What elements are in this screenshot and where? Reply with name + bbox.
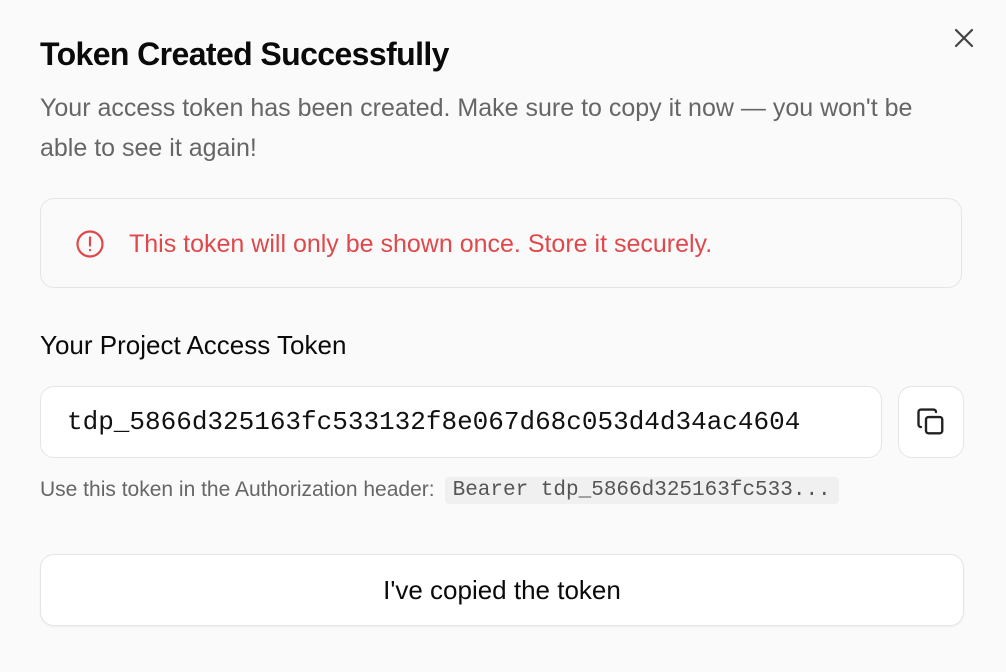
authorization-hint-code: Bearer tdp_5866d325163fc533...	[444, 476, 839, 504]
warning-alert: This token will only be shown once. Stor…	[40, 198, 962, 288]
x-icon	[954, 28, 974, 48]
alert-circle-icon	[76, 230, 104, 258]
copy-icon	[917, 408, 944, 435]
confirm-copied-button[interactable]: I've copied the token	[40, 554, 964, 626]
token-label: Your Project Access Token	[40, 330, 347, 360]
authorization-hint-label: Use this token in the Authorization head…	[40, 478, 435, 501]
token-value[interactable]: tdp_5866d325163fc533132f8e067d68c053d4d3…	[67, 407, 800, 437]
authorization-hint: Use this token in the Authorization head…	[40, 474, 839, 506]
token-value-field[interactable]: tdp_5866d325163fc533132f8e067d68c053d4d3…	[40, 386, 882, 458]
warning-alert-text: This token will only be shown once. Stor…	[129, 230, 713, 258]
close-button[interactable]	[950, 24, 978, 52]
dialog-title: Token Created Successfully	[40, 36, 449, 72]
dialog-description: Your access token has been created. Make…	[40, 94, 913, 162]
copy-token-button[interactable]	[898, 386, 964, 458]
token-created-dialog: Token Created Successfully Your access t…	[0, 0, 1006, 672]
